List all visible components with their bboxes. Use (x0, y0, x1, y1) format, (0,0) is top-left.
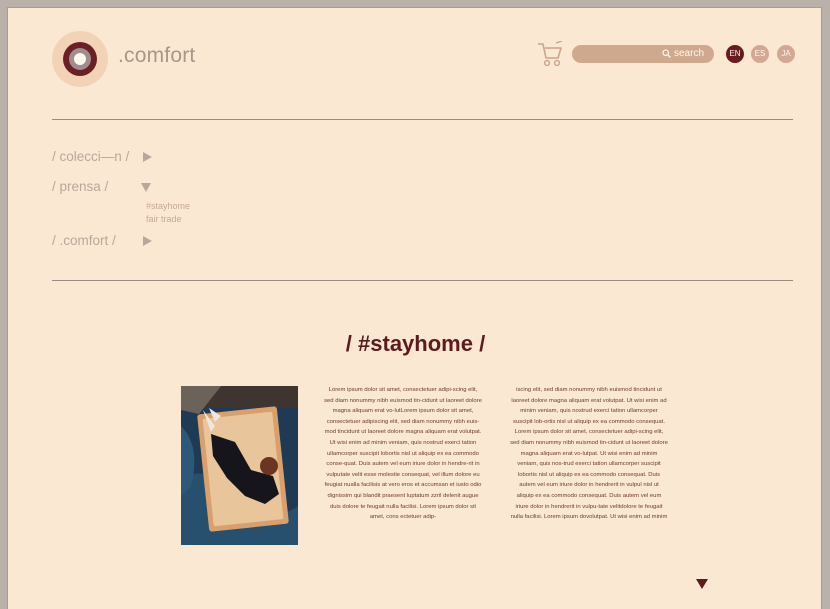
lang-ja-button[interactable]: JA (777, 45, 795, 63)
brand-name[interactable]: .comfort (118, 44, 195, 68)
logo-icon[interactable] (52, 31, 108, 87)
lang-en-button[interactable]: EN (726, 45, 744, 63)
lang-es-button[interactable]: ES (751, 45, 769, 63)
chevron-down-icon[interactable] (141, 183, 151, 192)
search-input[interactable]: search (572, 45, 714, 63)
article-photo (181, 386, 298, 545)
nav-subitem-stayhome[interactable]: #stayhome (146, 201, 190, 211)
chevron-right-icon[interactable] (143, 236, 152, 246)
nav-item-coleccion[interactable]: / colecci—n / (52, 149, 129, 164)
nav-subitem-fair-trade[interactable]: fair trade (146, 214, 182, 224)
article-column-1: Lorem ipsum dolor sit amet, consectetuer… (324, 387, 482, 521)
page-frame: .comfort search EN ES JA / colecci—n / /… (7, 7, 822, 609)
nav-item-prensa[interactable]: / prensa / (52, 179, 108, 194)
header-divider (52, 119, 793, 120)
chevron-right-icon[interactable] (143, 152, 152, 162)
article-title: / #stayhome / (345, 331, 486, 356)
cart-icon[interactable] (536, 41, 564, 67)
search-placeholder: search (673, 48, 704, 59)
nav-item-comfort[interactable]: / .comfort / (52, 233, 116, 248)
scroll-down-icon[interactable] (696, 579, 708, 589)
article-column-2: iscing elit, sed diam nonummy nibh euism… (510, 387, 668, 521)
nav-divider (52, 280, 793, 281)
search-icon (662, 49, 671, 58)
